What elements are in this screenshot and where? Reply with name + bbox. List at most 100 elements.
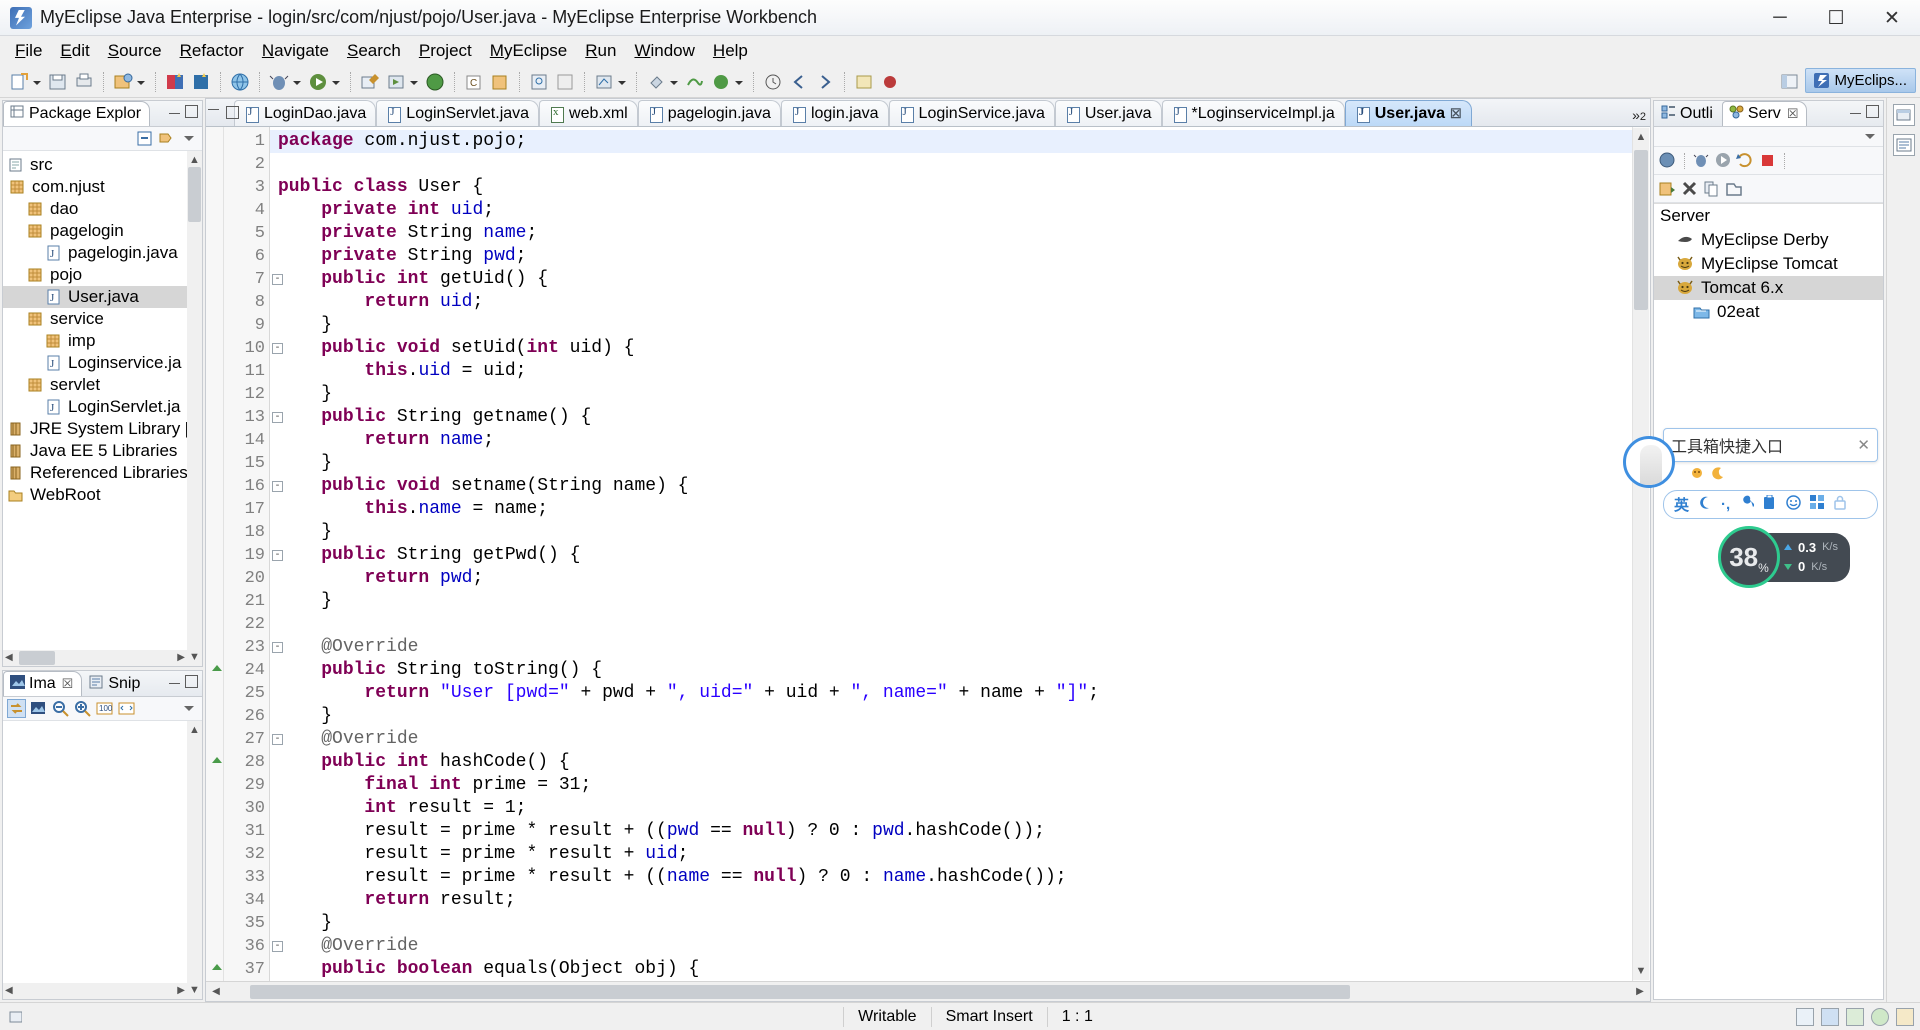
code-text[interactable]: package com.njust.pojo; public class User… — [270, 127, 1632, 981]
start-icon[interactable] — [1714, 151, 1733, 170]
code-line[interactable]: public String toString() { — [270, 659, 1632, 682]
scroll-left-arrow[interactable]: ◀ — [5, 985, 13, 996]
editor-tab-active[interactable]: User.java☒ — [1344, 100, 1472, 126]
grid-icon[interactable] — [1796, 1007, 1814, 1026]
tree-item[interactable]: Java EE 5 Libraries — [3, 440, 202, 462]
tree-item[interactable]: dao — [3, 198, 202, 220]
run-icon[interactable] — [307, 71, 329, 93]
code-line[interactable]: public int hashCode() { — [270, 751, 1632, 774]
tree-item[interactable]: pagelogin — [3, 220, 202, 242]
tab-servers[interactable]: Serv ☒ — [1721, 101, 1808, 126]
code-line[interactable]: public boolean equals(Object obj) { — [270, 958, 1632, 981]
console-view-icon[interactable] — [1892, 134, 1915, 156]
globe-icon[interactable] — [1871, 1007, 1889, 1026]
tree-item[interactable]: Jpagelogin.java — [3, 242, 202, 264]
misc1-dropdown-arrow[interactable] — [617, 72, 627, 92]
link-with-editor-icon[interactable] — [157, 129, 176, 148]
restore-view-icon[interactable] — [1892, 104, 1915, 126]
editor-tab[interactable]: User.java — [1054, 100, 1162, 126]
scroll-thumb[interactable] — [1634, 150, 1648, 310]
tree-item-selected[interactable]: J User.java — [3, 286, 202, 308]
scroll-up-arrow[interactable]: ▲ — [187, 721, 202, 739]
database-icon[interactable] — [190, 71, 212, 93]
refresh-icon[interactable] — [7, 699, 26, 718]
code-line[interactable] — [270, 613, 1632, 636]
menu-run[interactable]: Run — [576, 38, 625, 64]
debug-icon[interactable] — [268, 71, 290, 93]
restart-icon[interactable] — [1736, 151, 1755, 170]
scroll-thumb[interactable] — [188, 167, 201, 222]
globe-icon[interactable] — [424, 71, 446, 93]
scroll-right-arrow[interactable]: ▶ — [1630, 986, 1650, 997]
search-history-icon[interactable] — [554, 71, 576, 93]
code-line[interactable]: result = prime * result + uid; — [270, 843, 1632, 866]
server-item[interactable]: MyEclipse Tomcat — [1654, 252, 1883, 276]
lock-icon[interactable] — [1896, 1007, 1914, 1026]
pin-editor-icon[interactable] — [645, 71, 667, 93]
clipboard-icon[interactable] — [1763, 494, 1777, 514]
deploy-icon[interactable] — [112, 71, 134, 93]
minimize-editor-icon[interactable] — [208, 106, 219, 110]
close-icon[interactable]: ☒ — [1450, 106, 1462, 122]
server-item[interactable]: 02eat — [1654, 300, 1883, 324]
close-icon[interactable]: ☒ — [1787, 106, 1799, 122]
code-line[interactable]: public String getname() { — [270, 406, 1632, 429]
code-line[interactable]: } — [270, 383, 1632, 406]
close-icon[interactable]: ☒ — [62, 676, 74, 692]
next-annotation-icon[interactable] — [710, 71, 732, 93]
open-perspective-icon[interactable] — [1779, 70, 1801, 92]
scroll-down-arrow[interactable]: ▼ — [187, 981, 202, 999]
view-menu-icon[interactable] — [179, 129, 198, 148]
external-tools-icon[interactable] — [359, 71, 381, 93]
code-line[interactable]: @Override — [270, 935, 1632, 958]
code-line[interactable]: } — [270, 452, 1632, 475]
moon-icon[interactable] — [1698, 495, 1712, 515]
tree-item[interactable]: J Loginservice.ja — [3, 352, 202, 374]
minimize-view-icon[interactable] — [169, 110, 180, 114]
collapse-all-icon[interactable] — [135, 129, 154, 148]
code-line[interactable]: return pwd; — [270, 567, 1632, 590]
wrench-icon[interactable] — [1739, 495, 1756, 514]
performance-widget[interactable]: 38 % 0.3 K/s 0 K/s — [1718, 526, 1850, 588]
maximize-editor-icon[interactable] — [226, 106, 239, 119]
package-explorer-vscrollbar[interactable]: ▲ ▼ — [187, 151, 202, 666]
editor-tab[interactable]: web.xml — [539, 100, 638, 126]
web-browser-icon[interactable] — [229, 71, 251, 93]
code-line[interactable]: return "User [pwd=" + pwd + ", uid=" + u… — [270, 682, 1632, 705]
editor-tab[interactable]: pagelogin.java — [637, 100, 781, 126]
code-line[interactable] — [270, 153, 1632, 176]
last-edit-icon[interactable] — [593, 71, 615, 93]
debug-dropdown-arrow[interactable] — [292, 72, 302, 92]
maximize-view-icon[interactable] — [1866, 105, 1879, 118]
editor-tab[interactable]: *LoginserviceImpl.ja — [1161, 100, 1345, 126]
code-line[interactable]: public void setname(String name) { — [270, 475, 1632, 498]
code-line[interactable]: private String name; — [270, 222, 1632, 245]
package-explorer-hscrollbar[interactable]: ◀ ▶ — [3, 650, 187, 666]
server-item-selected[interactable]: Tomcat 6.x — [1654, 276, 1883, 300]
editor-tab[interactable]: LoginDao.java — [234, 100, 377, 126]
tree-item[interactable]: JRE System Library [co — [3, 418, 202, 440]
editor-tab[interactable]: login.java — [780, 100, 889, 126]
tree-item[interactable]: com.njust — [3, 176, 202, 198]
maximize-view-icon[interactable] — [185, 105, 198, 118]
editor-vscrollbar[interactable]: ▲ ▼ — [1633, 128, 1649, 980]
scroll-up-arrow[interactable]: ▲ — [1633, 128, 1649, 146]
code-line[interactable]: public class User { — [270, 176, 1632, 199]
tree-item[interactable]: pojo — [3, 264, 202, 286]
maximize-view-icon[interactable] — [185, 675, 198, 688]
new-java-class-icon[interactable]: C — [463, 71, 485, 93]
code-line[interactable]: return result; — [270, 889, 1632, 912]
code-line[interactable]: int result = 1; — [270, 797, 1632, 820]
code-line[interactable]: } — [270, 705, 1632, 728]
code-line[interactable]: return uid; — [270, 291, 1632, 314]
tree-item[interactable]: servlet — [3, 374, 202, 396]
perspective-myeclipse-button[interactable]: MyEclips... — [1805, 68, 1916, 93]
menu-myeclipse[interactable]: MyEclipse — [481, 38, 576, 64]
menu-file[interactable]: File — [6, 38, 51, 64]
minimize-view-icon[interactable] — [1850, 110, 1861, 114]
scroll-right-arrow[interactable]: ▶ — [177, 985, 185, 996]
code-line[interactable]: } — [270, 314, 1632, 337]
scroll-left-arrow[interactable]: ◀ — [5, 652, 13, 663]
run-server-icon[interactable] — [385, 71, 407, 93]
close-button[interactable]: ✕ — [1864, 0, 1920, 36]
